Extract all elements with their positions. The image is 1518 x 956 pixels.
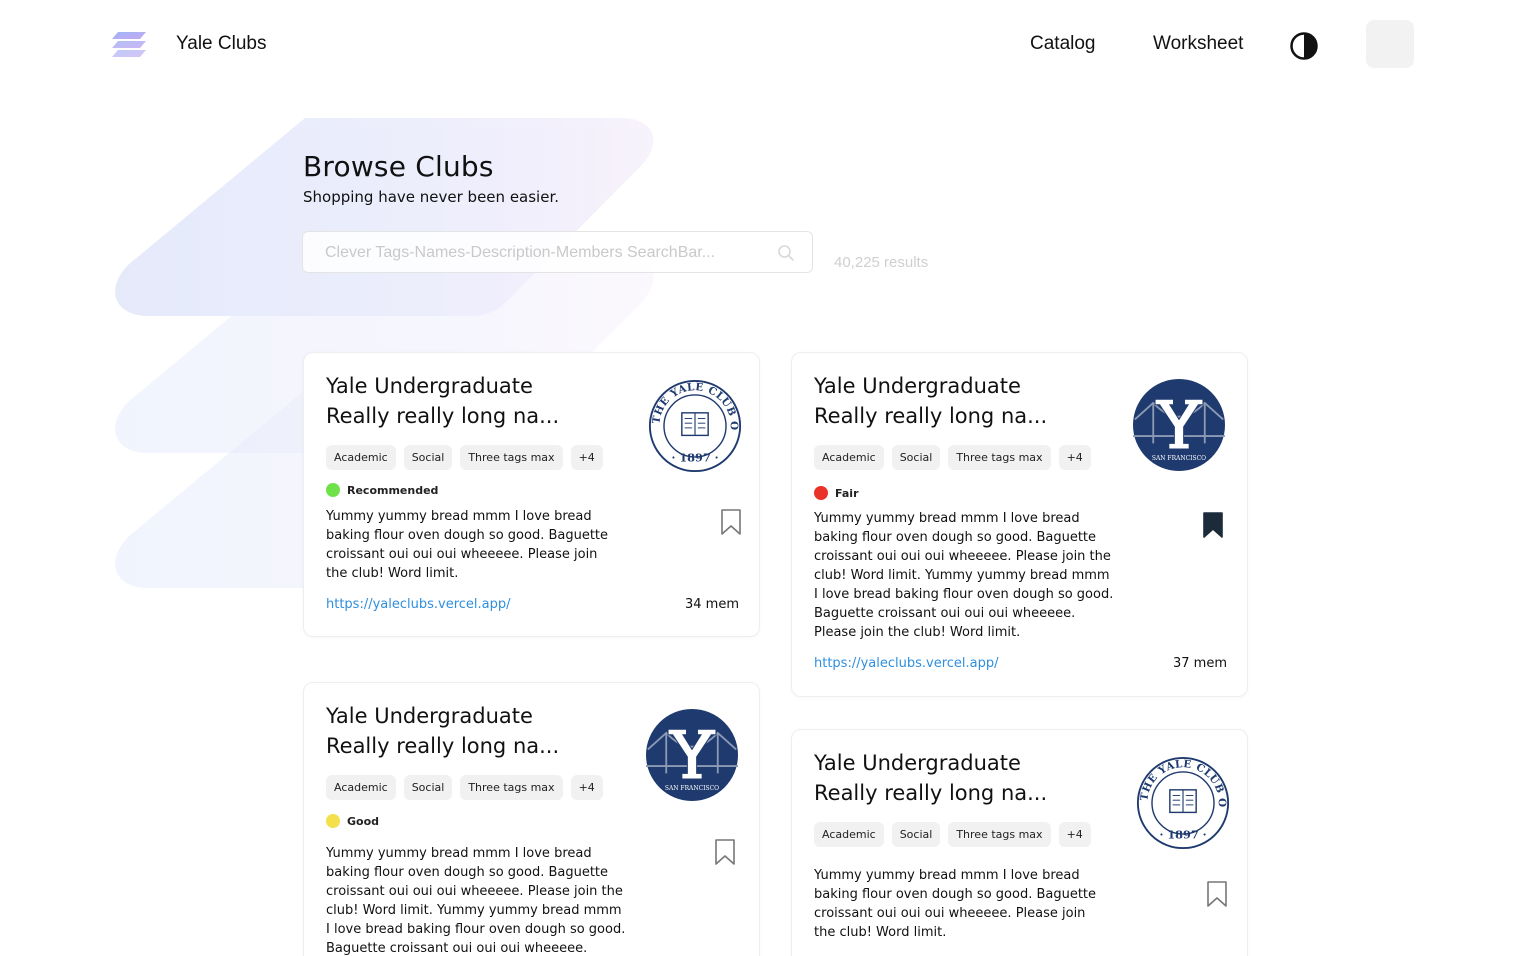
search-bar[interactable] bbox=[302, 231, 813, 273]
theme-toggle-icon[interactable] bbox=[1289, 31, 1319, 61]
tag[interactable]: Social bbox=[891, 445, 941, 470]
status-dot bbox=[814, 486, 828, 500]
profile-button[interactable] bbox=[1366, 20, 1414, 68]
club-description: Yummy yummy bread mmm I love bread bakin… bbox=[814, 866, 1096, 942]
club-title-line1: Yale Undergraduate bbox=[814, 751, 1021, 775]
desc-line: Baguette croissant oui oui oui wheeeee. bbox=[814, 606, 1076, 621]
status-label: Recommended bbox=[347, 483, 439, 497]
desc-line: club! Word limit. Yummy yummy bread mmm bbox=[326, 903, 622, 918]
desc-line: the club! Word limit. bbox=[814, 925, 947, 940]
tag[interactable]: Three tags max bbox=[460, 445, 563, 470]
tag-more[interactable]: +4 bbox=[570, 775, 603, 800]
search-input[interactable] bbox=[325, 242, 755, 264]
app-logo-icon[interactable] bbox=[110, 30, 148, 62]
tag[interactable]: Academic bbox=[814, 822, 884, 847]
club-card[interactable]: Yale Undergraduate Really really long na… bbox=[791, 352, 1248, 697]
desc-line: Please join the club! Word limit. bbox=[814, 625, 1021, 640]
club-title[interactable]: Yale Undergraduate Really really long na… bbox=[814, 371, 1114, 431]
tag[interactable]: Academic bbox=[326, 775, 396, 800]
desc-line: croissant oui oui oui wheeeee. Please jo… bbox=[814, 549, 1111, 564]
desc-line: Yummy yummy bread mmm I love bread bbox=[326, 846, 592, 861]
club-title-line1: Yale Undergraduate bbox=[326, 704, 533, 728]
club-title-line2: Really really long na... bbox=[814, 781, 1048, 805]
desc-line: baking flour oven dough so good. Baguett… bbox=[814, 530, 1097, 545]
tag[interactable]: Social bbox=[403, 445, 453, 470]
desc-line: I love bread baking flour oven dough so … bbox=[326, 922, 626, 937]
club-title-line1: Yale Undergraduate bbox=[326, 374, 533, 398]
tag[interactable]: Academic bbox=[326, 445, 396, 470]
club-description: Yummy yummy bread mmm I love bread bakin… bbox=[326, 507, 608, 583]
nyc-seal-icon bbox=[648, 379, 742, 473]
tag-more[interactable]: +4 bbox=[1058, 445, 1091, 470]
tag-more[interactable]: +4 bbox=[1058, 822, 1091, 847]
club-description: Yummy yummy bread mmm I love bread bakin… bbox=[326, 844, 625, 956]
page-title: Browse Clubs bbox=[303, 150, 494, 183]
desc-line: club! Word limit. Yummy yummy bread mmm bbox=[814, 568, 1110, 583]
tag[interactable]: Three tags max bbox=[460, 775, 563, 800]
desc-line: croissant oui oui oui wheeeee. Please jo… bbox=[326, 884, 623, 899]
app-brand-name[interactable]: Yale Clubs bbox=[176, 33, 266, 55]
tag-list: Academic Social Three tags max +4 bbox=[326, 775, 603, 800]
club-title-line1: Yale Undergraduate bbox=[814, 374, 1021, 398]
tag[interactable]: Academic bbox=[814, 445, 884, 470]
desc-line: Yummy yummy bread mmm I love bread bbox=[814, 511, 1080, 526]
club-title-line2: Really really long na... bbox=[326, 404, 560, 428]
status-dot bbox=[326, 483, 340, 497]
bookmark-outline-icon[interactable] bbox=[720, 508, 742, 536]
club-title[interactable]: Yale Undergraduate Really really long na… bbox=[326, 371, 626, 431]
desc-line: the club! Word limit. bbox=[326, 566, 459, 581]
desc-line: baking flour oven dough so good. Baguett… bbox=[326, 528, 609, 543]
desc-line: Baguette croissant oui oui oui wheeeee. bbox=[326, 941, 588, 956]
status-badge: Fair bbox=[814, 486, 859, 500]
sf-y-logo-icon bbox=[1133, 379, 1225, 471]
club-card[interactable]: Yale Undergraduate Really really long na… bbox=[303, 682, 760, 956]
status-label: Good bbox=[347, 814, 380, 828]
bookmark-outline-icon[interactable] bbox=[714, 838, 736, 866]
tag-list: Academic Social Three tags max +4 bbox=[326, 445, 603, 470]
bookmark-outline-icon[interactable] bbox=[1206, 880, 1228, 908]
status-badge: Recommended bbox=[326, 483, 438, 497]
tag[interactable]: Three tags max bbox=[948, 822, 1051, 847]
club-website-link[interactable]: https://yaleclubs.vercel.app/ bbox=[326, 597, 511, 612]
status-dot bbox=[326, 814, 340, 828]
tag-list: Academic Social Three tags max +4 bbox=[814, 445, 1091, 470]
sf-y-logo-icon bbox=[646, 709, 738, 801]
desc-line: croissant oui oui oui wheeeee. Please jo… bbox=[814, 906, 1086, 921]
desc-line: I love bread baking flour oven dough so … bbox=[814, 587, 1114, 602]
club-card[interactable]: Yale Undergraduate Really really long na… bbox=[303, 352, 760, 637]
club-title-line2: Really really long na... bbox=[326, 734, 560, 758]
desc-line: Yummy yummy bread mmm I love bread bbox=[326, 509, 592, 524]
results-count: 40,225 results bbox=[834, 254, 929, 271]
bookmark-filled-icon[interactable] bbox=[1202, 511, 1224, 539]
club-title-line2: Really really long na... bbox=[814, 404, 1048, 428]
club-card[interactable]: Yale Undergraduate Really really long na… bbox=[791, 729, 1248, 956]
tag[interactable]: Social bbox=[403, 775, 453, 800]
nav-worksheet-link[interactable]: Worksheet bbox=[1153, 33, 1243, 55]
nyc-seal-icon bbox=[1136, 756, 1230, 850]
page-subtitle: Shopping have never been easier. bbox=[303, 188, 560, 206]
club-website-link[interactable]: https://yaleclubs.vercel.app/ bbox=[814, 656, 999, 671]
tag-more[interactable]: +4 bbox=[570, 445, 603, 470]
status-label: Fair bbox=[835, 486, 859, 500]
club-description: Yummy yummy bread mmm I love bread bakin… bbox=[814, 509, 1113, 642]
desc-line: baking flour oven dough so good. Baguett… bbox=[326, 865, 609, 880]
status-badge: Good bbox=[326, 814, 379, 828]
desc-line: croissant oui oui oui wheeeee. Please jo… bbox=[326, 547, 598, 562]
club-title[interactable]: Yale Undergraduate Really really long na… bbox=[326, 701, 626, 761]
member-count: 37 mem bbox=[1173, 656, 1227, 671]
desc-line: baking flour oven dough so good. Baguett… bbox=[814, 887, 1097, 902]
tag-list: Academic Social Three tags max +4 bbox=[814, 822, 1091, 847]
club-title[interactable]: Yale Undergraduate Really really long na… bbox=[814, 748, 1114, 808]
desc-line: Yummy yummy bread mmm I love bread bbox=[814, 868, 1080, 883]
search-icon[interactable] bbox=[777, 244, 795, 262]
member-count: 34 mem bbox=[685, 597, 739, 612]
tag[interactable]: Three tags max bbox=[948, 445, 1051, 470]
tag[interactable]: Social bbox=[891, 822, 941, 847]
nav-catalog-link[interactable]: Catalog bbox=[1030, 33, 1096, 55]
